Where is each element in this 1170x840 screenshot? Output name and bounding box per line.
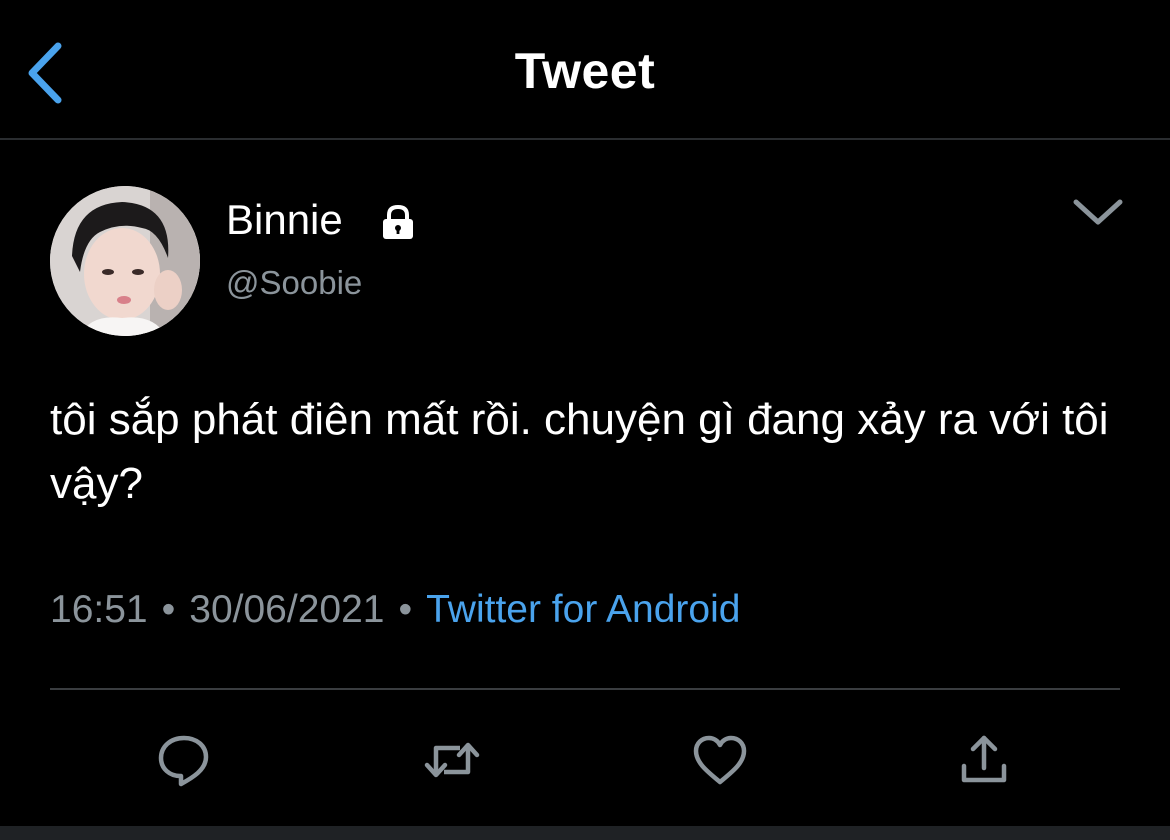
avatar-image xyxy=(50,186,200,336)
header-bar: Tweet xyxy=(0,0,1170,140)
tweet-source-link[interactable]: Twitter for Android xyxy=(426,588,740,631)
tweet-date: 30/06/2021 xyxy=(189,588,385,631)
meta-separator: • xyxy=(161,588,176,631)
more-options-button[interactable] xyxy=(1070,190,1126,234)
meta-separator: • xyxy=(398,588,413,631)
divider xyxy=(50,688,1120,690)
action-bar xyxy=(0,730,1170,790)
author-display-name[interactable]: Binnie xyxy=(226,196,343,244)
retweet-icon xyxy=(424,742,480,778)
share-icon xyxy=(961,735,1007,783)
tweet-text: tôi sắp phát điên mất rồi. chuyện gì đan… xyxy=(50,395,1109,508)
page-title: Tweet xyxy=(514,43,656,99)
share-button[interactable] xyxy=(954,730,1014,790)
bottom-bar xyxy=(0,826,1170,840)
author-handle[interactable]: @Soobie xyxy=(226,264,362,302)
retweet-button[interactable] xyxy=(422,730,482,790)
tweet-meta: 16:51 • 30/06/2021 • Twitter for Android xyxy=(50,588,740,632)
like-icon xyxy=(693,735,747,785)
reply-button[interactable] xyxy=(154,730,214,790)
avatar[interactable] xyxy=(50,186,200,336)
like-button[interactable] xyxy=(690,730,750,790)
chevron-down-icon xyxy=(1073,199,1123,225)
reply-icon xyxy=(158,735,209,787)
tweet-time: 16:51 xyxy=(50,588,148,631)
lock-icon xyxy=(383,204,413,239)
